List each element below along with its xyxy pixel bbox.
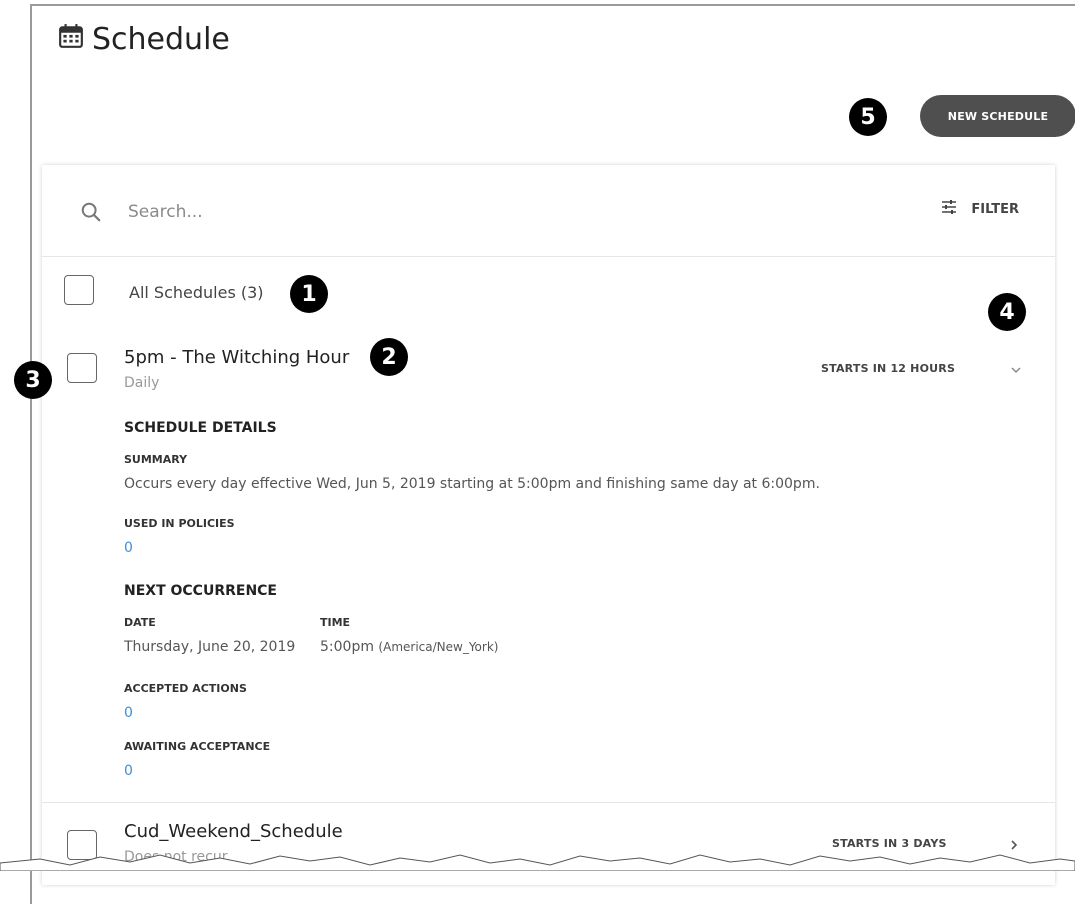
schedule-starts: STARTS IN 12 HOURS <box>821 362 956 375</box>
schedule-name[interactable]: 5pm - The Witching Hour <box>124 347 349 368</box>
row-divider <box>42 802 1055 803</box>
filter-sliders-icon <box>941 199 957 219</box>
awaiting-acceptance-label: AWAITING ACCEPTANCE <box>124 740 271 753</box>
time-text: 5:00pm <box>320 639 374 655</box>
awaiting-acceptance-link[interactable]: 0 <box>124 763 133 779</box>
search-icon <box>80 201 102 223</box>
time-label: TIME <box>320 616 351 629</box>
callout-4: 4 <box>988 293 1026 331</box>
new-schedule-button[interactable]: NEW SCHEDULE <box>920 95 1075 137</box>
search-input[interactable] <box>126 195 826 229</box>
torn-edge <box>0 854 1075 871</box>
accepted-actions-link[interactable]: 0 <box>124 705 133 721</box>
all-schedules-label: All Schedules (3) <box>129 283 264 302</box>
schedule-recurrence: Daily <box>124 375 160 391</box>
filter-label: FILTER <box>971 201 1019 217</box>
date-value: Thursday, June 20, 2019 <box>124 639 296 655</box>
schedule-name[interactable]: Cud_Weekend_Schedule <box>124 821 343 842</box>
time-value: 5:00pm (America/New_York) <box>320 639 498 655</box>
callout-2: 2 <box>370 338 408 376</box>
date-label: DATE <box>124 616 156 629</box>
page-title-text: Schedule <box>92 22 230 57</box>
next-occurrence-heading: NEXT OCCURRENCE <box>124 583 277 599</box>
used-in-policies-label: USED IN POLICIES <box>124 517 235 530</box>
summary-label: SUMMARY <box>124 453 188 466</box>
calendar-icon <box>58 22 84 57</box>
page-title: Schedule <box>58 22 230 57</box>
used-in-policies-link[interactable]: 0 <box>124 540 133 556</box>
callout-5: 5 <box>849 98 887 136</box>
schedule-panel: FILTER All Schedules (3) 5pm - The Witch… <box>42 165 1055 885</box>
callout-3: 3 <box>14 361 52 399</box>
accepted-actions-label: ACCEPTED ACTIONS <box>124 682 247 695</box>
timezone-text: (America/New_York) <box>378 640 499 654</box>
search-bar: FILTER <box>42 165 1055 257</box>
schedule-checkbox[interactable] <box>67 353 97 383</box>
filter-button[interactable]: FILTER <box>941 199 1019 219</box>
select-all-checkbox[interactable] <box>64 275 94 305</box>
chevron-down-icon[interactable] <box>1009 362 1023 376</box>
callout-1: 1 <box>290 275 328 313</box>
details-heading: SCHEDULE DETAILS <box>124 420 277 436</box>
summary-text: Occurs every day effective Wed, Jun 5, 2… <box>124 476 820 492</box>
